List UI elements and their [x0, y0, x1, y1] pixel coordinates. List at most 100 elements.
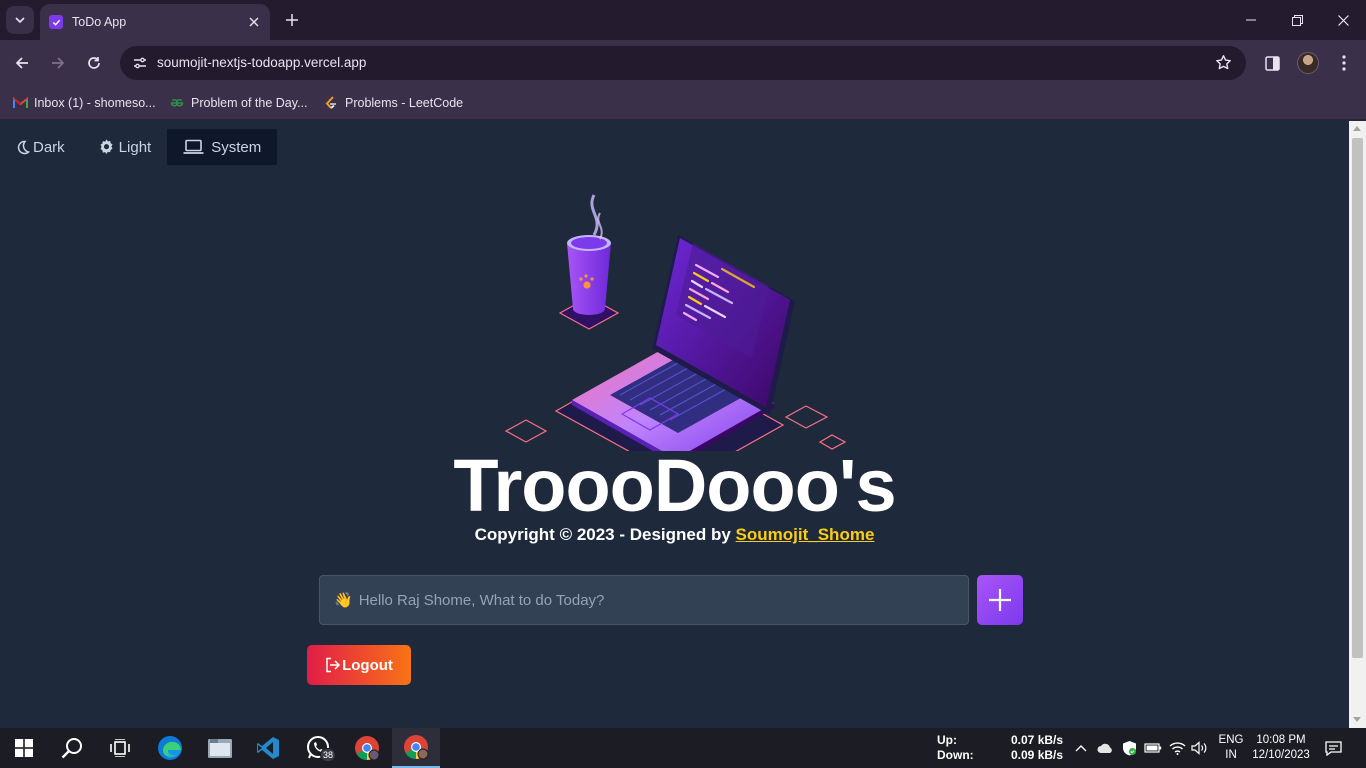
author-link[interactable]: Soumojit_Shome: [736, 525, 875, 544]
browser-tab-active[interactable]: ToDo App: [40, 4, 270, 40]
windows-taskbar: 38 Up: Down: 0.07 kB/s 0.09 kB/s ENG IN …: [0, 728, 1366, 768]
bookmark-label: Problem of the Day...: [191, 96, 308, 110]
forward-button[interactable]: [42, 47, 74, 79]
todo-favicon-icon: [49, 15, 63, 29]
theme-option-light[interactable]: Light: [81, 129, 168, 165]
net-up-label: Up:: [937, 733, 957, 747]
chrome-icon: [355, 736, 380, 761]
restore-button[interactable]: [1274, 0, 1320, 40]
close-icon: [1337, 14, 1349, 26]
theme-option-label: Light: [118, 138, 152, 156]
start-button[interactable]: [0, 728, 48, 768]
theme-switcher: Dark Light System: [0, 129, 278, 165]
taskbar-vscode[interactable]: [244, 728, 292, 768]
todo-input-field[interactable]: 👋 Hello Raj Shome, What to do Today?: [319, 575, 969, 625]
vscode-icon: [257, 737, 279, 759]
battery-tray-icon[interactable]: [1143, 738, 1163, 758]
tab-close-icon[interactable]: [242, 10, 266, 34]
bookmark-gmail[interactable]: Inbox (1) - shomeso...: [12, 93, 156, 113]
site-info-icon[interactable]: [126, 49, 154, 77]
minimize-icon: [1246, 19, 1256, 21]
taskbar-chrome[interactable]: [392, 728, 440, 768]
notification-center-button[interactable]: [1322, 738, 1344, 758]
address-bar[interactable]: soumojit-nextjs-todoapp.vercel.app: [120, 46, 1246, 80]
net-down-value: 0.09 kB/s: [1011, 748, 1064, 762]
browser-menu-button[interactable]: [1328, 47, 1360, 79]
close-window-button[interactable]: [1320, 0, 1366, 40]
task-view-button[interactable]: [96, 728, 144, 768]
bookmark-leetcode[interactable]: Problems - LeetCode: [323, 93, 463, 113]
taskbar-file-explorer[interactable]: [196, 728, 244, 768]
logout-icon: [326, 657, 341, 673]
add-todo-button[interactable]: [977, 575, 1023, 625]
cloud-icon: [1097, 743, 1112, 753]
gmail-icon: [12, 95, 28, 111]
browser-toolbar: soumojit-nextjs-todoapp.vercel.app: [0, 40, 1366, 86]
net-speed-values: 0.07 kB/s 0.09 kB/s: [1011, 733, 1063, 763]
gear-icon: [100, 138, 113, 154]
tab-search-button[interactable]: [6, 6, 34, 34]
browser-tab-bar: ToDo App: [0, 0, 1366, 40]
page-scrollbar[interactable]: [1349, 121, 1366, 728]
theme-option-system[interactable]: System: [167, 129, 278, 165]
wifi-icon: [1169, 742, 1185, 755]
shield-icon: [1122, 741, 1136, 756]
show-hidden-icons-button[interactable]: [1071, 738, 1091, 758]
taskbar-edge[interactable]: [146, 728, 194, 768]
scroll-thumb[interactable]: [1352, 138, 1363, 658]
chevron-down-icon: [15, 17, 25, 23]
taskbar-search-button[interactable]: [48, 728, 96, 768]
plus-icon: [286, 14, 298, 26]
onedrive-tray-icon[interactable]: [1095, 738, 1115, 758]
minimize-button[interactable]: [1228, 0, 1274, 40]
whatsapp-unread-badge: 38: [320, 748, 337, 762]
chevron-up-icon: [1075, 744, 1087, 751]
taskbar-chrome-profile[interactable]: [343, 728, 391, 768]
new-tab-button[interactable]: [280, 8, 304, 32]
theme-option-dark[interactable]: Dark: [0, 129, 81, 165]
windows-logo-icon: [15, 739, 33, 757]
net-speed-labels: Up: Down:: [937, 733, 974, 763]
moon-icon: [17, 140, 30, 154]
bookmark-label: Inbox (1) - shomeso...: [34, 96, 156, 110]
page-viewport: Dark Light System TroooDooo's Copyright …: [0, 121, 1349, 728]
logout-button[interactable]: Logout: [307, 645, 411, 685]
clock-time: 10:08 PM: [1256, 734, 1306, 746]
reload-button[interactable]: [78, 47, 110, 79]
notification-icon: [1324, 740, 1342, 756]
bookmark-star-icon[interactable]: [1215, 54, 1232, 76]
side-panel-icon: [1264, 55, 1280, 71]
taskbar-whatsapp[interactable]: 38: [294, 728, 342, 768]
arrow-right-icon: [52, 57, 65, 69]
theme-option-label: Dark: [33, 138, 65, 156]
restore-icon: [1291, 14, 1303, 26]
system-clock[interactable]: 10:08 PM 12/10/2023: [1250, 733, 1312, 763]
file-explorer-icon: [208, 739, 232, 758]
scroll-down-arrow-icon[interactable]: [1353, 717, 1361, 722]
url-text: soumojit-nextjs-todoapp.vercel.app: [157, 55, 367, 70]
net-down-label: Down:: [937, 748, 974, 762]
avatar: [1297, 52, 1319, 74]
profile-button[interactable]: [1292, 47, 1324, 79]
search-icon: [61, 738, 82, 759]
side-panel-button[interactable]: [1256, 47, 1288, 79]
laptop-coffee-illustration: [504, 194, 847, 451]
app-brand-title: TroooDooo's: [453, 444, 896, 527]
volume-tray-icon[interactable]: [1189, 738, 1209, 758]
arrow-left-icon: [15, 57, 28, 69]
back-button[interactable]: [6, 47, 38, 79]
wifi-tray-icon[interactable]: [1167, 738, 1187, 758]
tab-title: ToDo App: [72, 15, 127, 29]
security-tray-icon[interactable]: [1119, 738, 1139, 758]
theme-option-label: System: [211, 138, 262, 156]
task-view-icon: [110, 739, 130, 757]
chrome-icon: [404, 735, 429, 760]
laptop-icon: [183, 139, 204, 154]
reload-icon: [88, 57, 100, 69]
leetcode-icon: [323, 95, 339, 111]
input-language-indicator[interactable]: ENG IN: [1216, 733, 1246, 763]
todo-input-placeholder: Hello Raj Shome, What to do Today?: [358, 591, 605, 609]
scroll-up-arrow-icon[interactable]: [1353, 126, 1361, 131]
copyright-prefix: Copyright © 2023 - Designed by: [474, 525, 736, 544]
bookmark-gfg[interactable]: Problem of the Day...: [169, 93, 308, 113]
